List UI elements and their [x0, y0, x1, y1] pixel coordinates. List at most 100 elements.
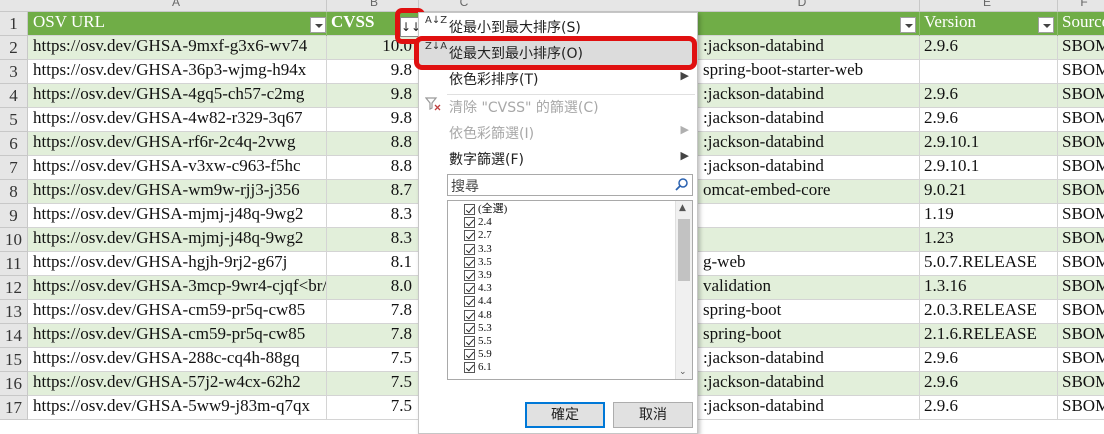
cell-osv-url[interactable]: https://osv.dev/GHSA-5ww9-j83m-q7qx	[28, 396, 326, 420]
row-number[interactable]: 10	[0, 228, 28, 252]
cell-package[interactable]: :jackson-databind	[698, 372, 919, 396]
cell-version[interactable]: 2.9.6	[919, 372, 1057, 396]
header-osv-url[interactable]: OSV URL	[28, 12, 326, 36]
cell-osv-url[interactable]: https://osv.dev/GHSA-9mxf-g3x6-wv74	[28, 36, 326, 60]
cell-package[interactable]: :jackson-databind	[698, 348, 919, 372]
scroll-up-icon[interactable]: ▲	[679, 203, 686, 213]
cell-osv-url[interactable]: https://osv.dev/GHSA-mjmj-j48q-9wg2	[28, 228, 326, 252]
row-number[interactable]: 15	[0, 348, 28, 372]
cell-osv-url[interactable]: https://osv.dev/GHSA-hgjh-9rj2-g67j	[28, 252, 326, 276]
cell-version[interactable]	[919, 60, 1057, 84]
cell-version[interactable]: 2.1.6.RELEASE	[919, 324, 1057, 348]
column-letter[interactable]: C	[452, 0, 476, 9]
row-number[interactable]: 3	[0, 60, 28, 84]
cell-source[interactable]: SBOM	[1057, 348, 1104, 372]
cell-cvss[interactable]: 8.0	[326, 276, 418, 300]
cell-osv-url[interactable]: https://osv.dev/GHSA-288c-cq4h-88gq	[28, 348, 326, 372]
cell-package[interactable]: :jackson-databind	[698, 84, 919, 108]
column-letter[interactable]: F	[1072, 0, 1096, 9]
cell-package[interactable]: :jackson-databind	[698, 396, 919, 420]
cell-version[interactable]: 9.0.21	[919, 180, 1057, 204]
column-letter[interactable]: E	[975, 0, 999, 9]
cell-cvss[interactable]: 7.5	[326, 396, 418, 420]
cell-version[interactable]: 1.3.16	[919, 276, 1057, 300]
cell-package[interactable]: :jackson-databind	[698, 156, 919, 180]
cell-version[interactable]: 2.9.10.1	[919, 132, 1057, 156]
cell-cvss[interactable]: 7.5	[326, 348, 418, 372]
checkbox-checked-icon[interactable]	[464, 270, 475, 281]
header-version[interactable]: Version	[919, 12, 1057, 36]
row-number[interactable]: 14	[0, 324, 28, 348]
cell-package[interactable]: omcat-embed-core	[698, 180, 919, 204]
cell-version[interactable]: 2.9.6	[919, 348, 1057, 372]
filter-dropdown-icon[interactable]	[1038, 17, 1054, 33]
checkbox-checked-icon[interactable]	[464, 309, 475, 321]
row-number[interactable]: 7	[0, 156, 28, 180]
cell-source[interactable]: SBOM	[1057, 252, 1104, 276]
cell-cvss[interactable]: 8.3	[326, 228, 418, 252]
cell-package[interactable]: :jackson-databind	[698, 108, 919, 132]
row-number[interactable]: 2	[0, 36, 28, 60]
filter-dropdown-icon[interactable]	[900, 17, 916, 33]
menu-filter-by-color[interactable]: 依色彩篩選(I) ▶	[419, 119, 697, 145]
cell-osv-url[interactable]: https://osv.dev/GHSA-cm59-pr5q-cw85	[28, 324, 326, 348]
cell-cvss[interactable]: 8.1	[326, 252, 418, 276]
cell-source[interactable]: SBOM	[1057, 396, 1104, 420]
cell-cvss[interactable]: 8.7	[326, 180, 418, 204]
row-number[interactable]: 17	[0, 396, 28, 420]
scroll-down-icon[interactable]: ⌄	[679, 367, 687, 377]
cell-cvss[interactable]: 9.8	[326, 108, 418, 132]
column-divider[interactable]	[1057, 0, 1058, 12]
cell-source[interactable]: SBOM	[1057, 300, 1104, 324]
cell-version[interactable]: 2.0.3.RELEASE	[919, 300, 1057, 324]
cell-package[interactable]: spring-boot	[698, 300, 919, 324]
cell-version[interactable]: 1.19	[919, 204, 1057, 228]
cell-source[interactable]: SBOM	[1057, 156, 1104, 180]
row-number[interactable]: 6	[0, 132, 28, 156]
scroll-thumb[interactable]	[678, 219, 690, 281]
cell-osv-url[interactable]: https://osv.dev/GHSA-57j2-w4cx-62h2	[28, 372, 326, 396]
row-number[interactable]: 5	[0, 108, 28, 132]
cell-version[interactable]: 5.0.7.RELEASE	[919, 252, 1057, 276]
cell-osv-url[interactable]: https://osv.dev/GHSA-4w82-r329-3q67	[28, 108, 326, 132]
cell-osv-url[interactable]: https://osv.dev/GHSA-4gq5-ch57-c2mg	[28, 84, 326, 108]
header-source[interactable]: Source	[1057, 12, 1104, 36]
row-number[interactable]: 16	[0, 372, 28, 396]
checkbox-checked-icon[interactable]	[464, 204, 475, 215]
cell-source[interactable]: SBOM	[1057, 204, 1104, 228]
checkbox-checked-icon[interactable]	[464, 296, 475, 308]
cell-package[interactable]: validation	[698, 276, 919, 300]
cell-cvss[interactable]: 8.8	[326, 132, 418, 156]
row-number[interactable]: 4	[0, 84, 28, 108]
cell-source[interactable]: SBOM	[1057, 324, 1104, 348]
checkbox-checked-icon[interactable]	[464, 217, 475, 229]
checkbox-checked-icon[interactable]	[464, 349, 475, 361]
cell-version[interactable]: 1.23	[919, 228, 1057, 252]
cell-source[interactable]: SBOM	[1057, 84, 1104, 108]
cell-osv-url[interactable]: https://osv.dev/GHSA-36p3-wjmg-h94x	[28, 60, 326, 84]
checkbox-checked-icon[interactable]	[464, 336, 475, 347]
cell-source[interactable]: SBOM	[1057, 372, 1104, 396]
cell-source[interactable]: SBOM	[1057, 228, 1104, 252]
checkbox-checked-icon[interactable]	[464, 230, 475, 242]
cell-version[interactable]: 2.9.6	[919, 108, 1057, 132]
cell-cvss[interactable]: 9.8	[326, 84, 418, 108]
row-number[interactable]: 12	[0, 276, 28, 300]
cell-osv-url[interactable]: https://osv.dev/GHSA-mjmj-j48q-9wg2	[28, 204, 326, 228]
cell-osv-url[interactable]: https://osv.dev/GHSA-cm59-pr5q-cw85	[28, 300, 326, 324]
row-number[interactable]: 1	[0, 12, 28, 36]
column-divider[interactable]	[919, 0, 920, 12]
cell-source[interactable]: SBOM	[1057, 132, 1104, 156]
cell-cvss[interactable]: 7.8	[326, 324, 418, 348]
checkbox-checked-icon[interactable]	[464, 256, 475, 268]
cell-osv-url[interactable]: https://osv.dev/GHSA-v3xw-c963-f5hc	[28, 156, 326, 180]
checkbox-checked-icon[interactable]	[464, 283, 475, 295]
column-letter[interactable]: D	[790, 0, 814, 9]
cell-source[interactable]: SBOM	[1057, 180, 1104, 204]
list-scrollbar[interactable]: ▲ ⌄	[675, 201, 692, 379]
cell-version[interactable]: 2.9.6	[919, 84, 1057, 108]
checkbox-checked-icon[interactable]	[464, 362, 475, 374]
cell-osv-url[interactable]: https://osv.dev/GHSA-rf6r-2c4q-2vwg	[28, 132, 326, 156]
cell-osv-url[interactable]: https://osv.dev/GHSA-3mcp-9wr4-cjqf<br/>…	[28, 276, 326, 300]
column-letter[interactable]: A	[164, 0, 188, 9]
